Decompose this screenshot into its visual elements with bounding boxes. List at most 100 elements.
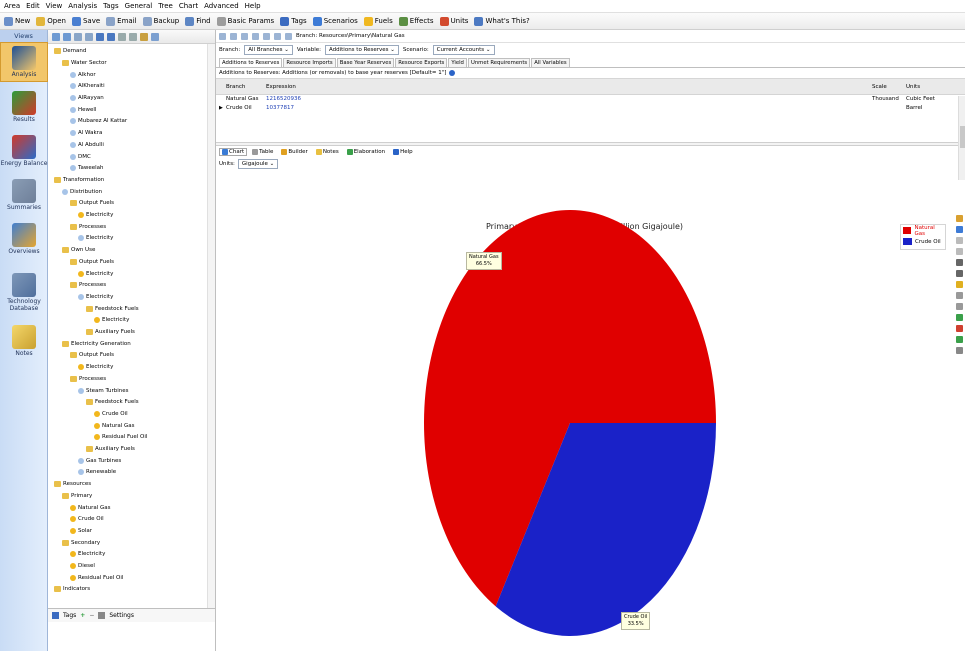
menu-help[interactable]: Help [245,2,261,10]
tree-node[interactable]: Auxiliary Fuels [86,444,135,455]
tree-node[interactable]: Electricity [78,292,113,303]
branch-select[interactable]: All Branches ⌄ [244,45,293,55]
tree-node[interactable]: Output Fuels [70,257,114,268]
tab-yield[interactable]: Yield [448,58,467,67]
nav-item-energy-balance[interactable]: Energy Balance [0,132,48,172]
params-button[interactable]: Basic Params [216,16,274,26]
tree-expand-icon[interactable] [118,32,126,41]
nav-item-analysis[interactable]: Analysis [0,42,48,82]
tree-add-child-icon[interactable] [63,32,71,41]
tab-table[interactable]: Table [249,148,276,156]
variable-select[interactable]: Additions to Reserves ⌄ [324,45,399,55]
whats-this-button[interactable]: What's This? [474,16,530,26]
tree-options-icon[interactable] [151,32,159,41]
back-icon[interactable] [219,32,226,40]
grid-scroll-thumb[interactable] [960,126,965,148]
tree-node[interactable]: Electricity [78,268,113,279]
tree-sort-icon[interactable] [140,32,148,41]
tab-resource-imports[interactable]: Resource Imports [283,58,336,67]
tree-node[interactable]: Distribution [62,186,102,197]
tree-add-icon[interactable] [52,32,60,41]
left-arrow-icon[interactable] [274,32,281,40]
save-button[interactable]: Save [71,16,100,26]
units-button[interactable]: Units [439,16,468,26]
chart-export-icon[interactable] [956,281,963,288]
tree-node[interactable]: Mubarez Al Kattar [70,116,127,127]
tab-all-variables[interactable]: All Variables [531,58,570,67]
chart-icon[interactable] [252,32,259,40]
tree-node[interactable]: Electricity Generation [62,339,131,350]
legend-entry[interactable]: Natural Gas [901,225,945,237]
backup-button[interactable]: Backup [142,16,179,26]
tree-node[interactable]: Hewell [70,105,96,116]
tree-node[interactable]: AlRayyan [70,93,104,104]
formula-icon[interactable] [263,32,270,40]
tree-edit-icon[interactable] [85,32,93,41]
table-row[interactable]: Natural Gas 1216520936 Thousand Cubic Feet [216,95,965,104]
menu-chart[interactable]: Chart [179,2,198,10]
scenarios-button[interactable]: Scenarios [312,16,358,26]
effects-button[interactable]: Effects [398,16,434,26]
menu-view[interactable]: View [46,2,63,10]
nav-item-summaries[interactable]: Summaries [0,176,48,216]
tags-icon[interactable] [52,612,59,619]
chart-save-icon[interactable] [956,336,963,343]
chart-percent-icon[interactable] [956,292,963,299]
tree-node[interactable]: Resources [54,479,91,490]
chart-copy-icon[interactable] [956,314,963,321]
col-branch[interactable]: Branch [226,84,245,90]
tree-node[interactable]: Processes [70,374,106,385]
tree-node[interactable]: Primary [62,491,92,502]
remove-icon[interactable]: − [89,612,94,619]
tree-node[interactable]: Electricity [78,210,113,221]
tags-label[interactable]: Tags [63,612,76,619]
menu-area[interactable]: Area [4,2,20,10]
open-button[interactable]: Open [36,16,66,26]
chart-3d-icon[interactable] [956,237,963,244]
table-row[interactable]: Crude Oil 10377817 Barrel ▶ [216,104,965,113]
grid-scrollbar[interactable] [958,96,965,180]
tree-node[interactable]: Feedstock Fuels [86,397,139,408]
tree-node[interactable]: Demand [54,46,86,57]
tree-node[interactable]: Auxiliary Fuels [86,327,135,338]
chart-options-icon[interactable] [956,226,963,233]
col-units[interactable]: Units [906,84,920,90]
units-select[interactable]: Gigajoule ⌄ [237,159,279,169]
col-scale[interactable]: Scale [872,84,887,90]
tree-node[interactable]: DMC [70,151,91,162]
tree-node[interactable]: AlKheraiti [70,81,105,92]
tree-scrollbar[interactable] [207,44,215,608]
help-icon[interactable] [449,70,456,76]
find-button[interactable]: Find [185,16,211,26]
tree-node[interactable]: Natural Gas [94,420,135,431]
add-icon[interactable]: + [80,612,85,619]
chart-type-icon[interactable] [956,215,963,222]
email-button[interactable]: Email [106,16,137,26]
tree-node[interactable]: Processes [70,280,106,291]
chart-table-icon[interactable] [956,259,963,266]
cell-expression[interactable]: 1216520936 [266,96,301,102]
tree-node[interactable]: Transformation [54,175,104,186]
tree-node[interactable]: Steam Turbines [78,385,129,396]
menu-advanced[interactable]: Advanced [204,2,239,10]
settings-label[interactable]: Settings [109,612,134,619]
tree-node[interactable]: Processes [70,222,106,233]
tree-node[interactable]: Crude Oil [70,514,104,525]
tree-node[interactable]: Own Use [62,245,95,256]
tree-node[interactable]: Secondary [62,537,100,548]
tree-node[interactable]: Solar [70,526,92,537]
tree-node[interactable]: Al Abdulli [70,140,104,151]
tab-help[interactable]: Help [390,148,416,156]
tree-node[interactable]: Alkhor [70,69,96,80]
tree-move-up-icon[interactable] [96,32,104,41]
chart-stack-icon[interactable] [956,248,963,255]
settings-icon[interactable] [98,612,106,619]
chart-print-icon[interactable] [956,347,963,354]
tree-node[interactable]: Water Sector [62,58,107,69]
tags-button[interactable]: Tags [280,16,307,26]
tab-unmet-requirements[interactable]: Unmet Requirements [467,58,531,67]
tree-node[interactable]: Diesel [70,561,95,572]
new-button[interactable]: New [4,16,30,26]
fuels-button[interactable]: Fuels [363,16,393,26]
legend-entry[interactable]: Crude Oil [901,236,945,247]
